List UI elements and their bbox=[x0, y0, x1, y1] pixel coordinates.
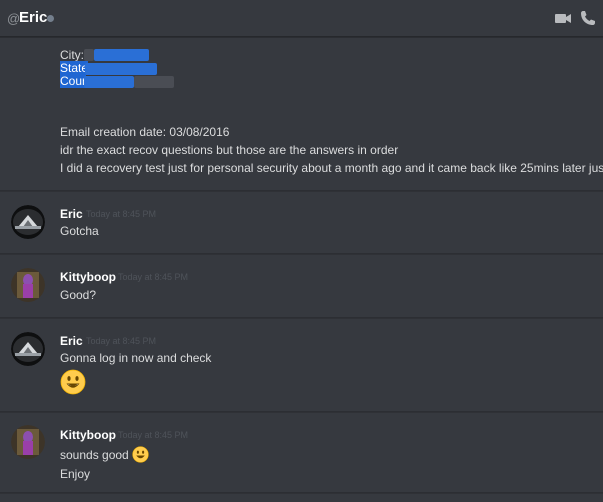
smiley-emoji[interactable] bbox=[60, 369, 86, 395]
message-content: Gonna log in now and check bbox=[60, 351, 212, 365]
message-timestamp: Today at 8:45 PM bbox=[86, 336, 157, 346]
avatar[interactable] bbox=[11, 425, 45, 459]
message-line: sounds good bbox=[60, 448, 129, 462]
message-author[interactable]: Eric bbox=[60, 207, 83, 221]
chat-header: @ Eric bbox=[0, 0, 603, 37]
message-line: I did a recovery test just for personal … bbox=[60, 161, 603, 175]
country-label: Cour bbox=[60, 74, 87, 88]
message-timestamp: Today at 8:45 PM bbox=[118, 272, 189, 282]
message-line: idr the exact recov questions but those … bbox=[60, 143, 399, 157]
country-line: Cour bbox=[60, 73, 87, 89]
avatar[interactable] bbox=[11, 332, 45, 366]
avatar[interactable] bbox=[11, 268, 45, 302]
message-timestamp: Today at 8:45 PM bbox=[118, 430, 189, 440]
message-author[interactable]: Eric bbox=[60, 334, 83, 348]
avatar[interactable] bbox=[11, 205, 45, 239]
message-content: Good? bbox=[60, 288, 97, 302]
message-divider bbox=[0, 492, 603, 494]
message-divider bbox=[0, 411, 603, 413]
smiley-emoji[interactable] bbox=[132, 446, 149, 463]
video-call-icon[interactable] bbox=[554, 9, 572, 27]
avatar-image bbox=[11, 332, 45, 366]
redacted-block bbox=[85, 63, 157, 75]
message-divider bbox=[0, 253, 603, 255]
status-indicator bbox=[47, 15, 54, 22]
message-divider bbox=[0, 317, 603, 319]
message-content: Gotcha bbox=[60, 224, 99, 238]
message-author[interactable]: Kittyboop bbox=[60, 428, 116, 442]
message-line: Email creation date: 03/08/2016 bbox=[60, 125, 230, 139]
message-divider bbox=[0, 190, 603, 192]
avatar-image bbox=[11, 425, 45, 459]
voice-call-icon[interactable] bbox=[579, 9, 597, 27]
avatar-image bbox=[11, 268, 45, 302]
message-timestamp: Today at 8:45 PM bbox=[86, 209, 157, 219]
dm-username[interactable]: Eric bbox=[19, 9, 47, 26]
message-author[interactable]: Kittyboop bbox=[60, 270, 116, 284]
message-content: sounds good bbox=[60, 446, 149, 463]
avatar-image bbox=[11, 205, 45, 239]
redacted-block bbox=[84, 76, 134, 88]
redacted-block bbox=[94, 49, 149, 61]
message-content: Enjoy bbox=[60, 467, 91, 481]
redacted-block bbox=[134, 76, 174, 88]
